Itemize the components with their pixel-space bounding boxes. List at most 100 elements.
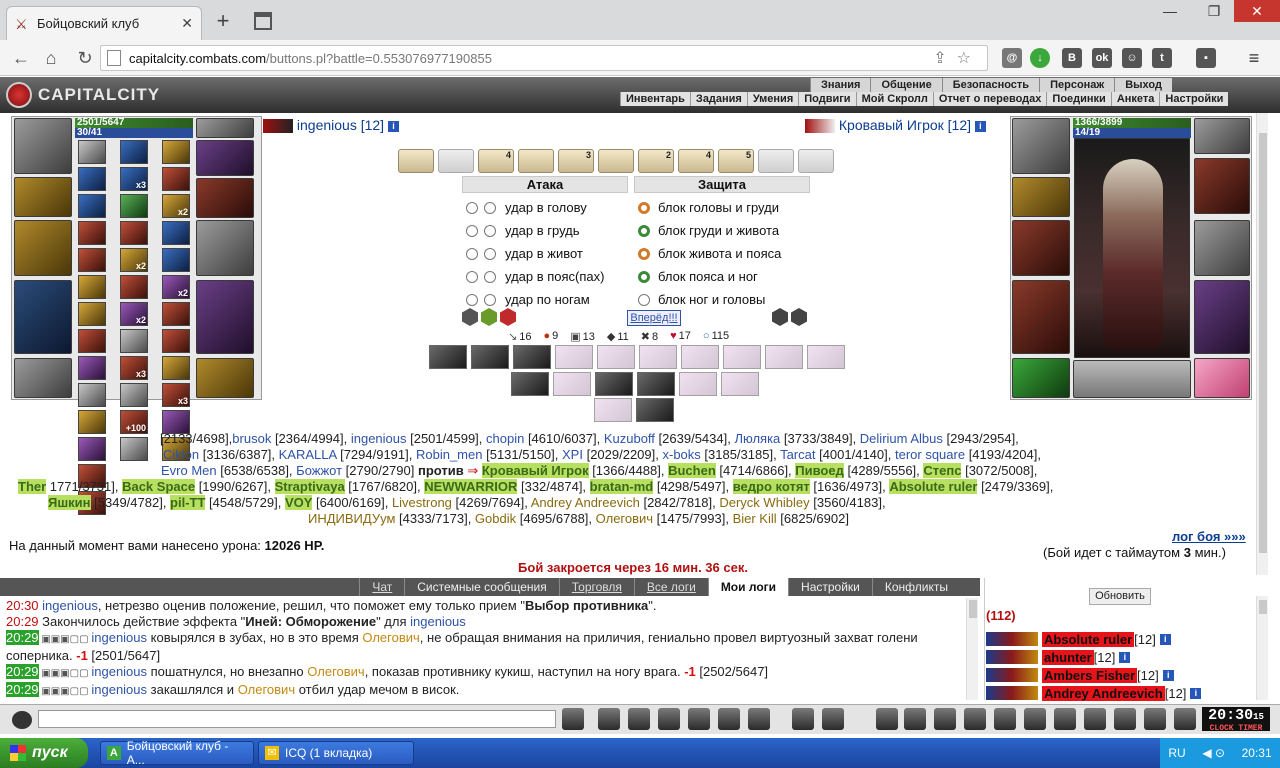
participant-name[interactable]: Delirium Albus [860, 431, 943, 446]
armor-slot[interactable] [14, 280, 72, 354]
chat-input[interactable] [38, 710, 556, 728]
tactic-icon[interactable] [471, 345, 509, 369]
tab-all-logs[interactable]: Все логи [633, 578, 708, 596]
submenu-quests[interactable]: Задания [689, 92, 747, 106]
refresh-a-icon[interactable] [772, 308, 788, 326]
participant-name[interactable]: Tarcat [780, 447, 815, 462]
spell-cell[interactable] [120, 329, 148, 353]
participant-name[interactable]: Deryck Whibley [719, 495, 809, 510]
attack-radio-alt[interactable] [484, 271, 496, 283]
tool-icon[interactable] [904, 708, 926, 730]
tool-icon[interactable] [964, 708, 986, 730]
scroll-slot[interactable] [798, 149, 834, 173]
ext-face-icon[interactable]: ☺ [1122, 48, 1142, 68]
participant-name[interactable]: XPI [562, 447, 583, 462]
menu-exit[interactable]: Выход [1114, 78, 1172, 92]
refresh-button[interactable]: Обновить [1089, 588, 1151, 605]
participant-name[interactable]: Kuzuboff [604, 431, 655, 446]
participant-name[interactable]: Straptivaya [274, 479, 345, 494]
spell-cell[interactable]: x2 [120, 302, 148, 326]
scroll-slot[interactable] [758, 149, 794, 173]
participant-name[interactable]: Божжот [296, 463, 342, 478]
earring-slot[interactable] [196, 118, 254, 138]
tool-icon[interactable] [1174, 708, 1196, 730]
participant-name[interactable]: x-boks [662, 447, 700, 462]
spell-cell[interactable] [78, 194, 106, 218]
enemy-shield-slot[interactable] [1194, 220, 1250, 276]
participant-name[interactable]: ИНДИВИДУум [308, 511, 395, 526]
minimize-button[interactable]: — [1150, 0, 1190, 22]
at-extension-icon[interactable]: @ [1002, 48, 1022, 68]
necklace-slot[interactable] [14, 177, 72, 217]
participant-name[interactable]: bratan-md [589, 479, 654, 494]
participant-name[interactable]: KARALLA [279, 447, 337, 462]
tab-settings[interactable]: Настройки [788, 578, 872, 596]
attack-radio-alt[interactable] [484, 225, 496, 237]
taskbar-browser-item[interactable]: A Бойцовский клуб - А... [100, 739, 254, 767]
scroll-slot[interactable] [438, 149, 474, 173]
menu-character[interactable]: Персонаж [1039, 78, 1115, 92]
strategy-a-icon[interactable] [462, 308, 478, 326]
spell-cell[interactable] [162, 356, 190, 380]
chat-mode-icon[interactable] [12, 711, 32, 729]
spell-cell[interactable] [162, 221, 190, 245]
tool-icon[interactable] [1114, 708, 1136, 730]
participant-name[interactable]: teror square [895, 447, 965, 462]
spell-cell[interactable] [120, 383, 148, 407]
menu-knowledge[interactable]: Знания [810, 78, 871, 92]
scroll-slot[interactable]: 2 [638, 149, 674, 173]
tool-icon[interactable] [822, 708, 844, 730]
defense-radio[interactable] [638, 248, 650, 260]
spell-cell[interactable] [162, 329, 190, 353]
participant-name[interactable]: Back Space [122, 479, 196, 494]
spell-cell[interactable] [162, 302, 190, 326]
belt-slot[interactable] [14, 358, 72, 398]
tactic-icon[interactable] [639, 345, 677, 369]
tab-list-icon[interactable] [254, 12, 272, 30]
spell-cell[interactable] [162, 248, 190, 272]
ok-extension-icon[interactable]: ok [1092, 48, 1112, 68]
chat-extension-icon[interactable]: ▪ [1196, 48, 1216, 68]
tool-icon[interactable] [598, 708, 620, 730]
scroll-slot[interactable] [518, 149, 554, 173]
tactic-icon[interactable] [807, 345, 845, 369]
scroll-slot[interactable]: 3 [558, 149, 594, 173]
tool-icon[interactable] [934, 708, 956, 730]
spell-cell[interactable] [78, 356, 106, 380]
enemy-pants-slot[interactable] [1194, 280, 1250, 354]
download-extension-icon[interactable]: ↓ [1030, 48, 1050, 68]
participant-name[interactable]: Gobdik [475, 511, 516, 526]
participant-name[interactable]: ingenious [351, 431, 407, 446]
participant-name[interactable]: Яшкин [48, 495, 91, 510]
tactic-icon[interactable] [429, 345, 467, 369]
enemy-info-icon[interactable]: i [974, 120, 986, 132]
participant-name[interactable]: Люляка [734, 431, 780, 446]
attack-radio[interactable] [466, 294, 478, 306]
enemy-name[interactable]: Кровавый Игрок [839, 117, 944, 133]
attack-radio-alt[interactable] [484, 202, 496, 214]
tactic-icon[interactable] [553, 372, 591, 396]
spell-cell[interactable] [78, 329, 106, 353]
message-part[interactable]: Олегович [307, 664, 364, 679]
tactic-icon[interactable] [721, 372, 759, 396]
tool-icon[interactable] [562, 708, 584, 730]
participant-name[interactable]: pil-TT [170, 495, 206, 510]
submenu-my-scroll[interactable]: Мой Скролл [855, 92, 933, 106]
spell-cell[interactable] [120, 221, 148, 245]
submenu-inventory[interactable]: Инвентарь [620, 92, 690, 106]
message-part[interactable]: Олегович [238, 682, 295, 697]
submenu-profile[interactable]: Анкета [1110, 92, 1160, 106]
spell-cell[interactable]: x2 [162, 194, 190, 218]
spell-cell[interactable] [162, 167, 190, 191]
home-icon[interactable]: ⌂ [40, 48, 62, 68]
enemy-necklace-slot[interactable] [1012, 177, 1070, 217]
twitter-extension-icon[interactable]: t [1152, 48, 1172, 68]
participant-name[interactable]: Степс [923, 463, 962, 478]
participant-name[interactable]: Кровавый Игрок [481, 463, 589, 478]
spell-cell[interactable]: x3 [120, 167, 148, 191]
tool-icon[interactable] [658, 708, 680, 730]
start-button[interactable]: пуск [0, 738, 88, 768]
taskbar-icq-item[interactable]: ✉ ICQ (1 вкладка) [258, 741, 414, 765]
address-bar[interactable]: capitalcity.combats.com /buttons.pl?batt… [100, 45, 988, 71]
scroll-slot[interactable] [398, 149, 434, 173]
